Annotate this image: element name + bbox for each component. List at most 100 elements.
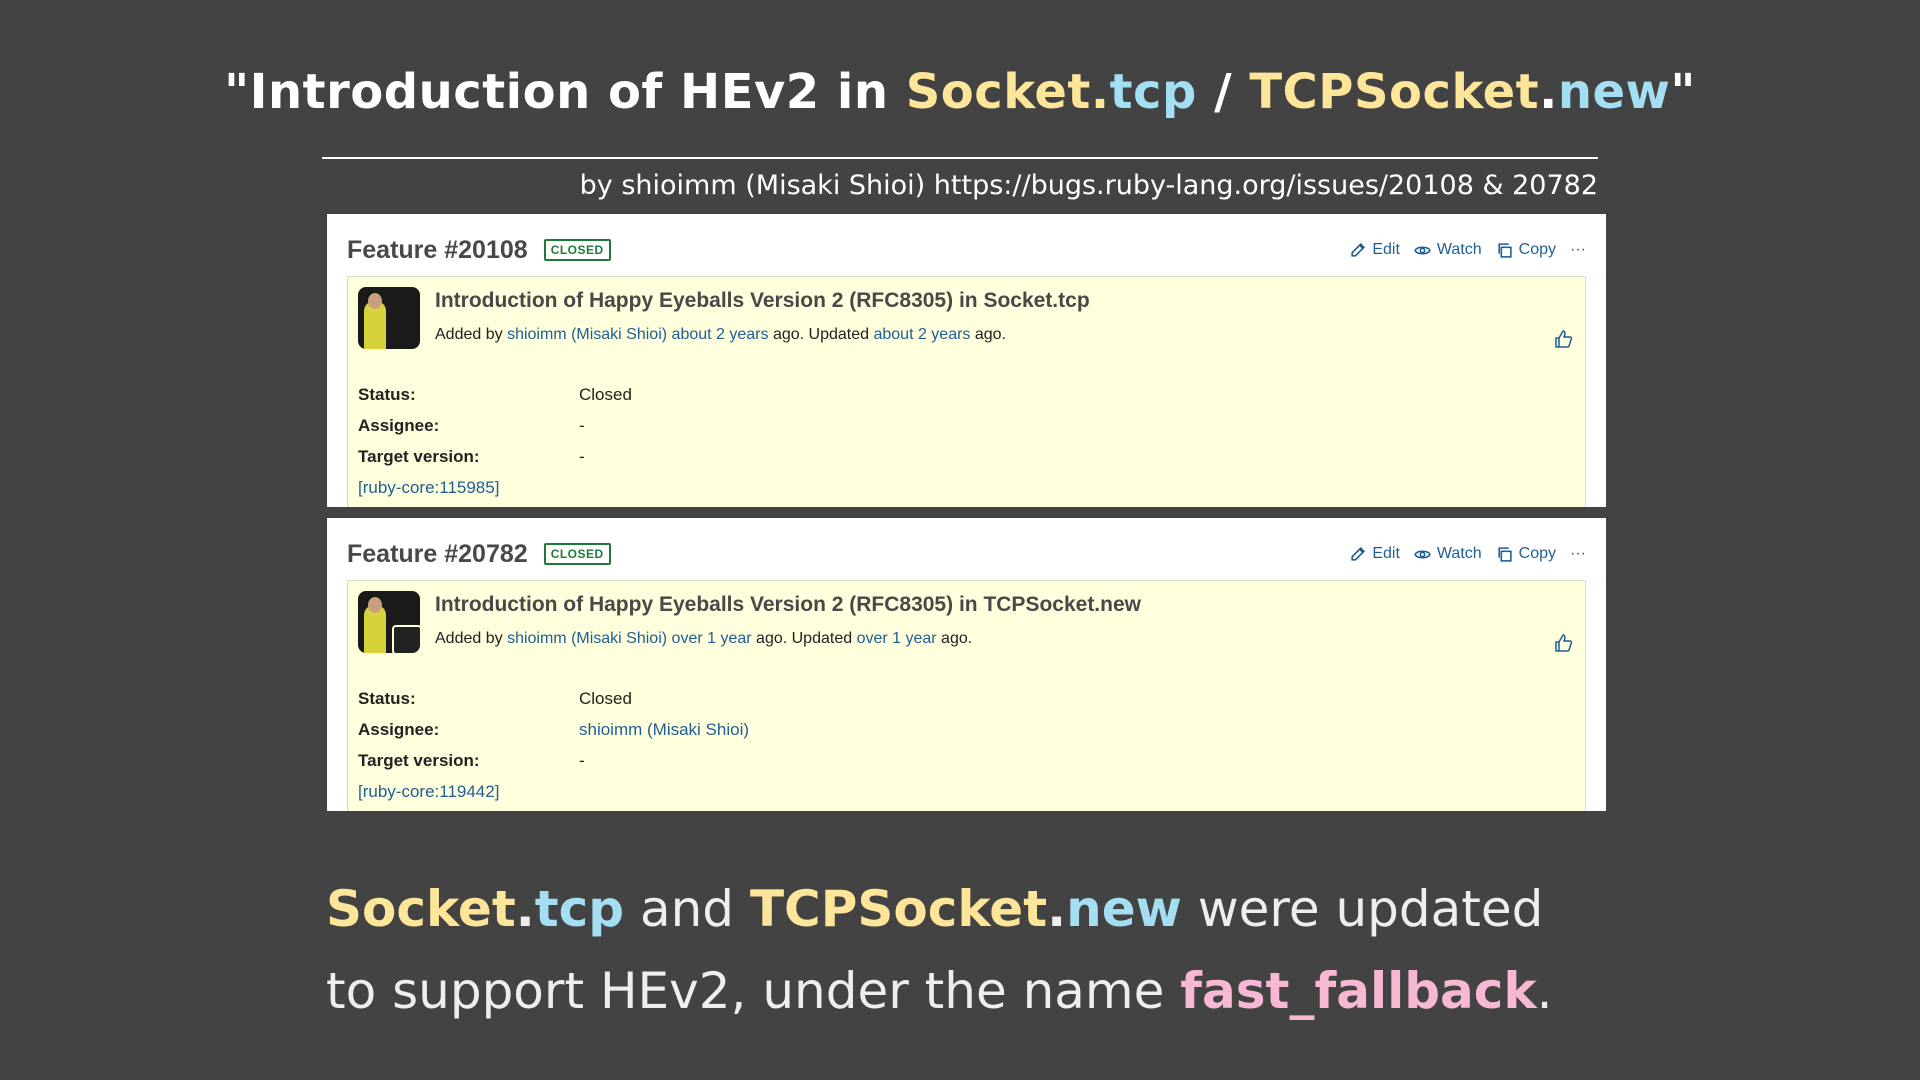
summary-period: . <box>1536 962 1553 1020</box>
title-slash: / <box>1196 64 1250 120</box>
attr-row-target: Target version: - <box>358 751 749 782</box>
title-dot: . <box>1539 64 1558 120</box>
target-label: Target version: <box>358 447 480 466</box>
updated-time-link[interactable]: about 2 years <box>873 326 970 343</box>
added-prefix: Added by <box>435 630 508 647</box>
assignee-mini-avatar <box>392 625 420 653</box>
issue-attributes: Status: Closed Assignee: shioimm (Misaki S… <box>358 689 749 811</box>
updated-prefix: ago. Updated <box>751 630 857 647</box>
title-socket: Socket <box>905 64 1091 120</box>
avatar[interactable] <box>358 591 420 653</box>
summary-socket: Socket <box>326 880 516 938</box>
summary-and: and <box>624 880 750 938</box>
copy-icon <box>1498 242 1512 258</box>
added-time-link[interactable]: over 1 year <box>672 630 752 647</box>
summary-dot: . <box>1047 880 1067 938</box>
issue-header: Feature #20108 CLOSED Edit Watch Copy ··… <box>347 230 1586 270</box>
issue-meta: Added by shioimm (Misaki Shioi) over 1 y… <box>435 630 972 648</box>
issue-subject: Introduction of Happy Eyeballs Version 2… <box>435 593 1141 616</box>
summary-new: new <box>1066 880 1182 938</box>
title-tcpsocket: TCPSocket <box>1249 64 1540 120</box>
added-time-link[interactable]: about 2 years <box>672 326 769 343</box>
updated-time-link[interactable]: over 1 year <box>857 630 937 647</box>
issue-meta: Added by shioimm (Misaki Shioi) about 2 … <box>435 326 1006 344</box>
feature-title: Feature #20782 <box>347 539 528 568</box>
copy-label: Copy <box>1518 241 1557 258</box>
attr-row-assignee: Assignee: - <box>358 416 632 447</box>
eye-icon <box>1414 550 1431 558</box>
summary-prefix: to support HEv2, under the name <box>326 962 1181 1020</box>
issue-actions: Edit Watch Copy ··· <box>1349 545 1586 563</box>
watch-button[interactable]: Watch <box>1414 545 1482 563</box>
edit-label: Edit <box>1372 241 1400 258</box>
edit-button[interactable]: Edit <box>1349 241 1400 259</box>
author-link[interactable]: shioimm (Misaki Shioi) <box>507 326 667 343</box>
attr-row-status: Status: Closed <box>358 689 749 720</box>
title-prefix: "Introduction of HEv2 in <box>224 64 906 120</box>
attr-row-ref: [ruby-core:119442] <box>358 782 749 811</box>
title-tcp: tcp <box>1109 64 1197 120</box>
target-label: Target version: <box>358 751 480 770</box>
byline: by shioimm (Misaki Shioi) https://bugs.r… <box>579 170 1598 201</box>
meta-suffix: ago. <box>970 326 1007 343</box>
watch-label: Watch <box>1436 545 1482 562</box>
pencil-icon <box>1351 546 1366 561</box>
assignee-link[interactable]: shioimm (Misaki Shioi) <box>579 720 749 751</box>
assignee-label: Assignee: <box>358 720 440 739</box>
copy-button[interactable]: Copy <box>1496 545 1556 563</box>
title-new: new <box>1557 64 1671 120</box>
title-suffix: " <box>1670 64 1696 120</box>
summary-dot: . <box>515 880 535 938</box>
attr-row-ref: [ruby-core:115985] <box>358 478 632 507</box>
eye-icon <box>1414 246 1431 254</box>
edit-button[interactable]: Edit <box>1349 545 1400 563</box>
issue-subject: Introduction of Happy Eyeballs Version 2… <box>435 289 1090 312</box>
issue-actions: Edit Watch Copy ··· <box>1349 241 1586 259</box>
meta-suffix: ago. <box>936 630 973 647</box>
issue-card: Feature #20108 CLOSED Edit Watch Copy ··… <box>327 214 1606 507</box>
issue-body: Introduction of Happy Eyeballs Version 2… <box>347 276 1586 507</box>
attr-row-target: Target version: - <box>358 447 632 478</box>
issue-body: Introduction of Happy Eyeballs Version 2… <box>347 580 1586 811</box>
attr-row-status: Status: Closed <box>358 385 632 416</box>
summary-line-1: Socket.tcp and TCPSocket.new were update… <box>326 868 1553 950</box>
thumbs-up-icon[interactable] <box>1553 633 1573 653</box>
assignee-value: - <box>579 416 585 435</box>
more-button[interactable]: ··· <box>1570 545 1586 563</box>
title-divider <box>322 157 1598 159</box>
issue-card: Feature #20782 CLOSED Edit Watch Copy ··… <box>327 518 1606 811</box>
attr-row-assignee: Assignee: shioimm (Misaki Shioi) <box>358 720 749 751</box>
updated-prefix: ago. Updated <box>768 326 874 343</box>
status-value: Closed <box>579 689 632 708</box>
watch-button[interactable]: Watch <box>1414 241 1482 259</box>
feature-title: Feature #20108 <box>347 235 528 264</box>
issue-header: Feature #20782 CLOSED Edit Watch Copy ··… <box>347 534 1586 574</box>
thumbs-up-icon[interactable] <box>1553 329 1573 349</box>
edit-label: Edit <box>1372 545 1400 562</box>
issue-attributes: Status: Closed Assignee: - Target version:… <box>358 385 632 507</box>
added-prefix: Added by <box>435 326 508 343</box>
status-badge: CLOSED <box>543 543 611 565</box>
ruby-core-link[interactable]: [ruby-core:115985] <box>358 478 499 507</box>
assignee-label: Assignee: <box>358 416 440 435</box>
status-value: Closed <box>579 385 632 404</box>
copy-label: Copy <box>1518 545 1557 562</box>
author-link[interactable]: shioimm (Misaki Shioi) <box>507 630 667 647</box>
copy-button[interactable]: Copy <box>1496 241 1556 259</box>
ruby-core-link[interactable]: [ruby-core:119442] <box>358 782 499 811</box>
title-dot: . <box>1090 64 1110 120</box>
status-label: Status: <box>358 385 416 404</box>
summary-rest: were updated <box>1181 880 1544 938</box>
pencil-icon <box>1351 242 1366 257</box>
target-value: - <box>579 447 585 466</box>
copy-icon <box>1498 546 1512 562</box>
summary-text: Socket.tcp and TCPSocket.new were update… <box>326 868 1553 1032</box>
summary-line-2: to support HEv2, under the name fast_fal… <box>326 950 1553 1032</box>
watch-label: Watch <box>1436 241 1482 258</box>
avatar[interactable] <box>358 287 420 349</box>
more-button[interactable]: ··· <box>1570 241 1586 259</box>
summary-tcp: tcp <box>534 880 625 938</box>
summary-tcpsocket: TCPSocket <box>749 880 1048 938</box>
slide-title: "Introduction of HEv2 in Socket.tcp / TC… <box>0 64 1920 120</box>
avatar-head <box>368 597 382 613</box>
